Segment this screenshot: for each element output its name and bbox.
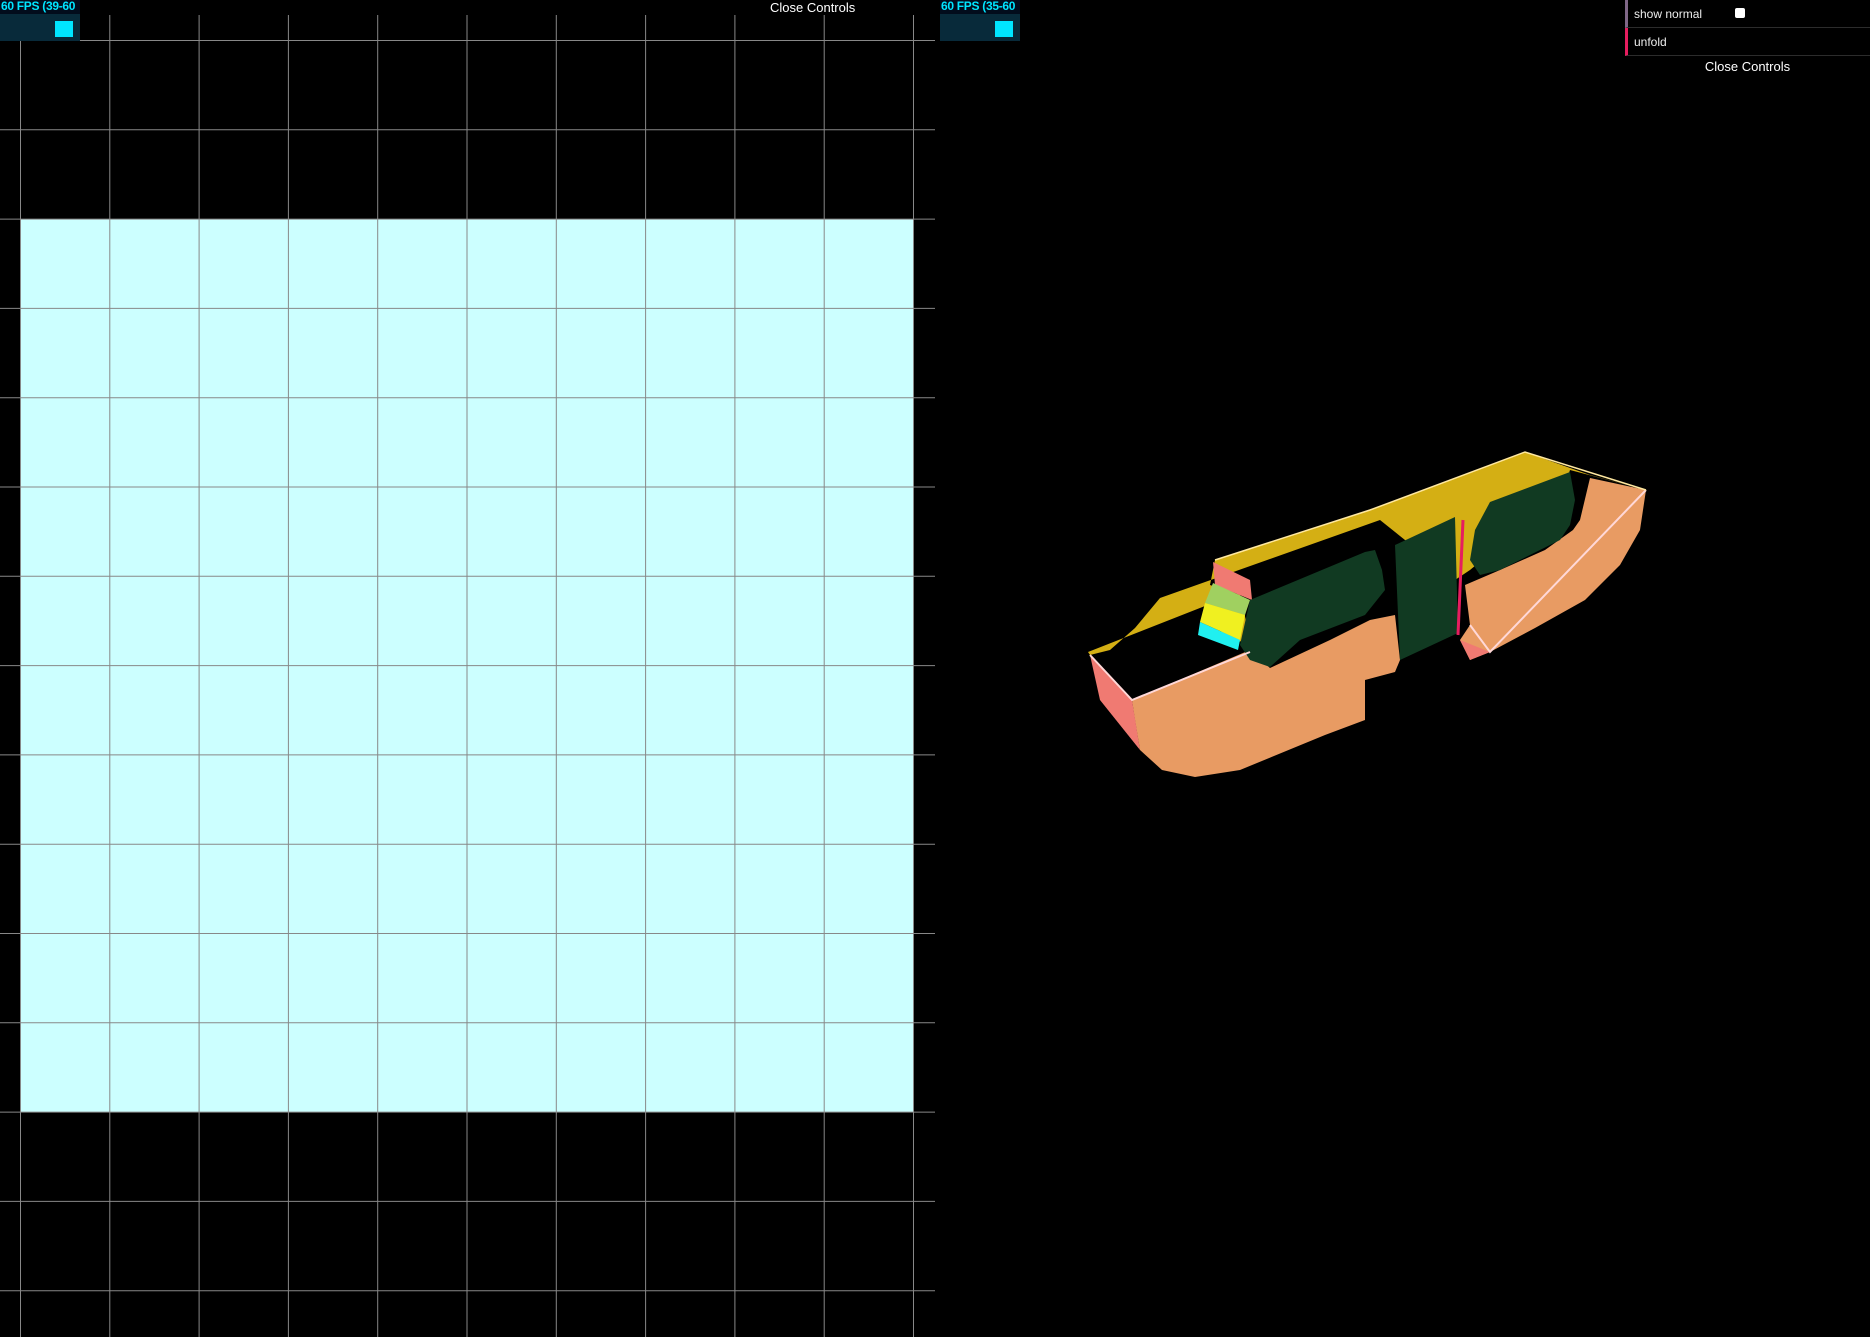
show-normal-label: show normal [1634, 6, 1703, 21]
3d-model [1088, 451, 1647, 777]
unfold-label: unfold [1634, 34, 1667, 49]
grid-canvas[interactable] [0, 0, 935, 1337]
model-canvas[interactable] [935, 0, 1870, 1337]
model-3d-view[interactable]: 60 FPS (35-60 show normal unfold Close C… [935, 0, 1870, 1337]
fps-graph [0, 14, 80, 41]
fps-meter[interactable]: 60 FPS (39-60 [0, 0, 80, 41]
fps-text: 60 FPS (35-60 [941, 0, 1016, 13]
close-controls-button[interactable]: Close Controls [1625, 56, 1870, 78]
fps-graph [940, 14, 1020, 41]
controls-panel: show normal unfold Close Controls [1625, 0, 1870, 78]
show-normal-row[interactable]: show normal [1625, 0, 1870, 28]
fps-text: 60 FPS (39-60 [1, 0, 76, 13]
unfold-row[interactable]: unfold [1625, 28, 1870, 56]
fps-meter[interactable]: 60 FPS (35-60 [940, 0, 1020, 41]
fps-graph-bar [995, 21, 1013, 37]
fps-graph-bar [55, 21, 73, 37]
close-controls-button[interactable]: Close Controls [770, 0, 855, 15]
show-normal-checkbox[interactable] [1735, 8, 1745, 18]
unfold-grid-view[interactable]: 60 FPS (39-60 Close Controls [0, 0, 935, 1337]
